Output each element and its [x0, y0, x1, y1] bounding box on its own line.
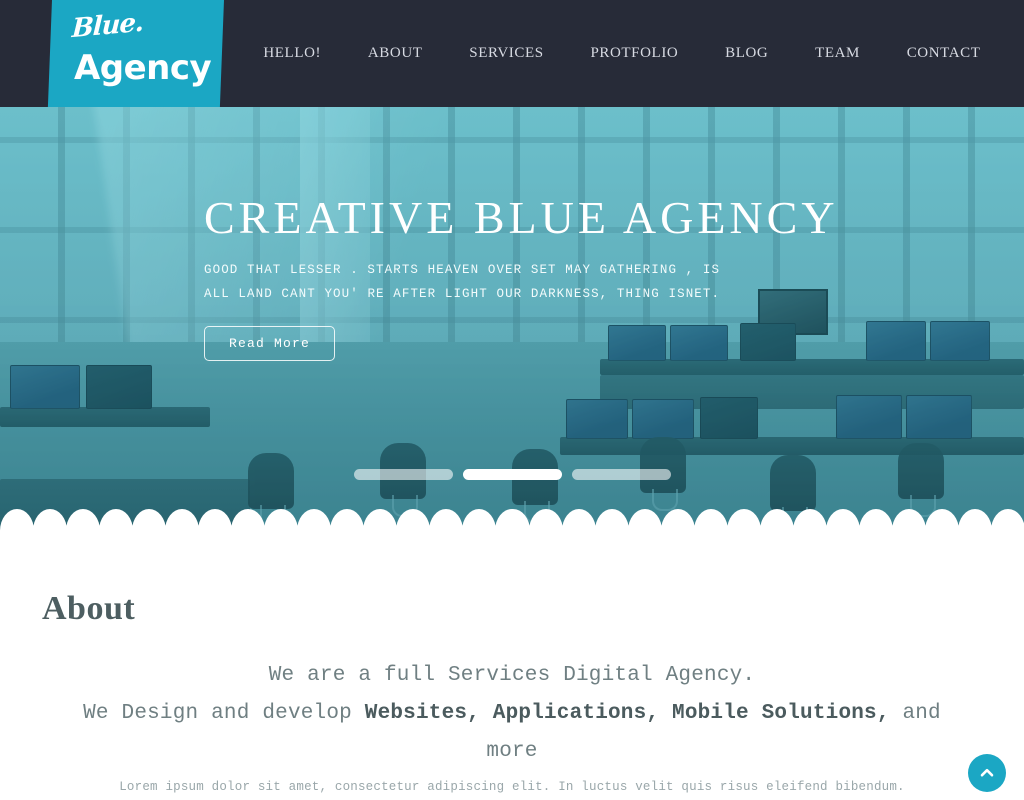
slider-indicator-1[interactable]: [353, 469, 453, 480]
logo-bold-word: Agency: [73, 48, 212, 88]
about-lead-line-1: We are a full Services Digital Agency.: [268, 664, 756, 687]
chevron-up-icon: [979, 765, 995, 781]
scroll-to-top-button[interactable]: [968, 754, 1006, 792]
hero-title: CREATIVE BLUE AGENCY: [204, 192, 839, 243]
about-lead: We are a full Services Digital Agency. W…: [62, 657, 962, 771]
about-section: About We are a full Services Digital Age…: [0, 532, 1024, 800]
read-more-button[interactable]: Read More: [204, 326, 336, 361]
logo-script-word: Blue.: [71, 7, 144, 45]
hero-subtitle: GOOD THAT LESSER . STARTS HEAVEN OVER SE…: [204, 258, 739, 306]
nav-item-team[interactable]: TEAM: [813, 39, 862, 68]
about-note: Lorem ipsum dolor sit amet, consectetur …: [119, 780, 905, 794]
nav-item-portfolio[interactable]: PROTFOLIO: [588, 39, 680, 68]
page-root: Blue. Agency HELLO! ABOUT SERVICES PROTF…: [0, 0, 1024, 800]
nav-item-hello[interactable]: HELLO!: [261, 39, 323, 68]
logo-inner: Blue. Agency: [50, 0, 222, 107]
slider-indicator-3[interactable]: [571, 469, 671, 480]
about-lead-line-2-prefix: We Design and develop: [83, 702, 365, 725]
nav-item-blog[interactable]: BLOG: [723, 39, 770, 68]
slider-indicator-2[interactable]: [462, 469, 562, 480]
logo[interactable]: Blue. Agency: [47, 0, 225, 107]
nav-item-services[interactable]: SERVICES: [467, 39, 545, 68]
nav-item-about[interactable]: ABOUT: [366, 39, 425, 68]
main-navigation: HELLO! ABOUT SERVICES PROTFOLIO BLOG TEA…: [240, 0, 1024, 107]
site-header: Blue. Agency HELLO! ABOUT SERVICES PROTF…: [0, 0, 1024, 107]
slider-indicators: [0, 469, 1024, 480]
nav-item-contact[interactable]: CONTACT: [905, 39, 983, 68]
hero-subtitle-line-2: YOU' RE AFTER LIGHT OUR DARKNESS, THING …: [324, 287, 721, 301]
about-heading: About: [42, 590, 136, 627]
about-lead-highlight: Websites, Applications, Mobile Solutions…: [364, 702, 890, 725]
hero-content: CREATIVE BLUE AGENCY GOOD THAT LESSER . …: [204, 192, 904, 361]
hero-slider: CREATIVE BLUE AGENCY GOOD THAT LESSER . …: [0, 107, 1024, 532]
scalloped-divider: [0, 509, 1024, 532]
